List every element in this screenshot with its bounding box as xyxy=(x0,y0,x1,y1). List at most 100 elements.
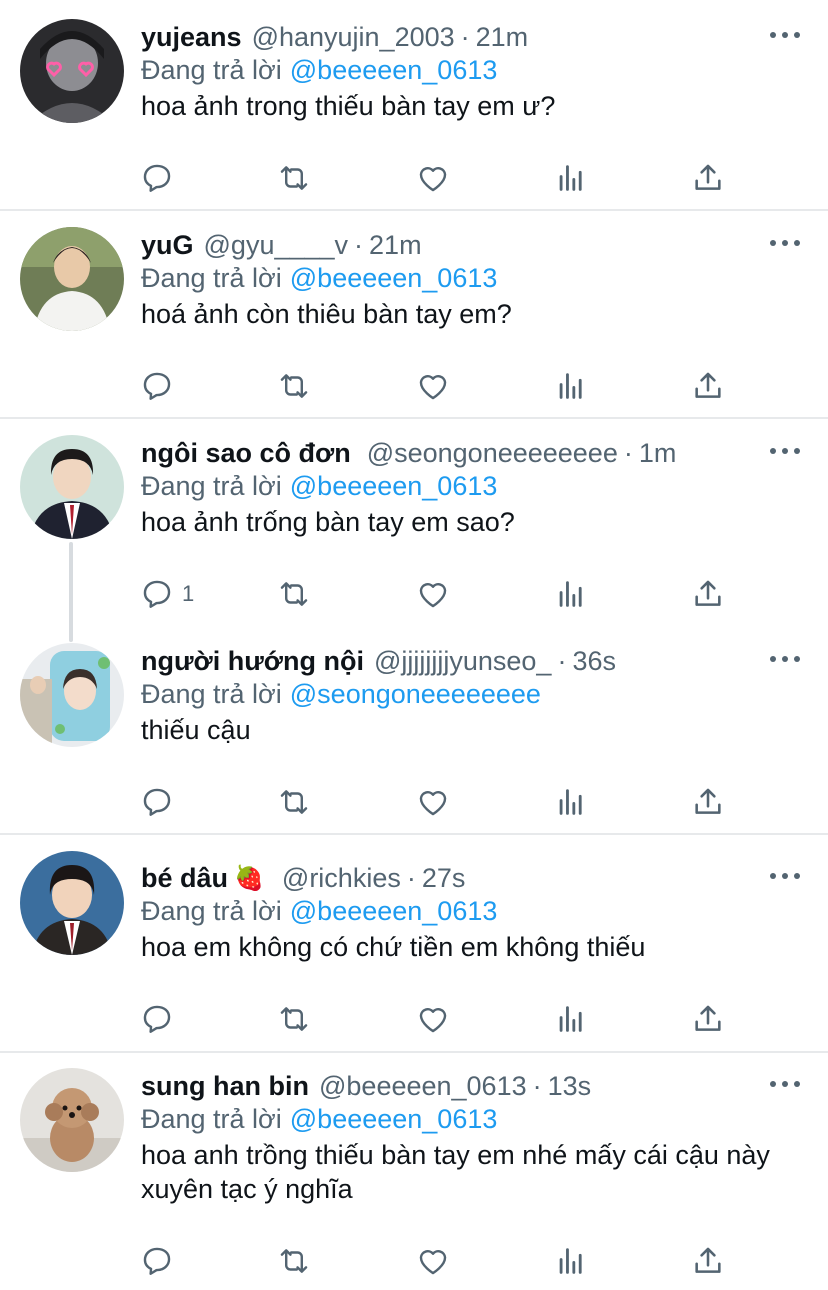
timestamp[interactable]: 27s xyxy=(422,863,466,894)
like-button[interactable] xyxy=(416,368,450,404)
like-button[interactable] xyxy=(416,160,450,196)
analytics-button[interactable] xyxy=(554,160,588,196)
replying-to: Đang trả lời @beeeeen_0613 xyxy=(141,55,497,86)
reply-to-mention[interactable]: @beeeeen_0613 xyxy=(290,1104,498,1134)
share-button[interactable] xyxy=(691,368,725,404)
retweet-button[interactable] xyxy=(277,784,311,820)
reply-button[interactable] xyxy=(140,784,182,820)
tweet[interactable]: ngôi sao cô đơn @seongoneeeeeeee · 1m Đa… xyxy=(0,435,828,625)
tweet-text: hoa ảnh trống bàn tay em sao? xyxy=(141,507,515,537)
retweet-icon xyxy=(280,374,308,398)
user-handle[interactable]: @seongoneeeeeeee xyxy=(367,438,618,469)
tweet[interactable]: bé dâu 🍓 @richkies · 27s Đang trả lời @be… xyxy=(0,851,828,1050)
reply-button[interactable] xyxy=(140,1001,182,1037)
share-button[interactable] xyxy=(691,784,725,820)
reply-button[interactable] xyxy=(140,368,182,404)
retweet-button[interactable] xyxy=(277,576,311,612)
tweet-header: người hướng nội @jjjjjjjjyunseo_ · 36s xyxy=(141,643,616,679)
reply-button[interactable] xyxy=(140,1243,182,1279)
user-handle[interactable]: @hanyujin_2003 xyxy=(252,22,455,53)
timestamp[interactable]: 21m xyxy=(369,230,422,261)
avatar[interactable] xyxy=(20,435,124,539)
avatar[interactable] xyxy=(20,851,124,955)
user-handle[interactable]: @gyu____v xyxy=(204,230,349,261)
retweet-button[interactable] xyxy=(277,1001,311,1037)
retweet-icon xyxy=(280,1007,308,1031)
replying-to: Đang trả lời @seongoneeeeeeee xyxy=(141,679,541,710)
avatar-image xyxy=(20,435,124,539)
like-button[interactable] xyxy=(416,784,450,820)
avatar-image xyxy=(20,851,124,955)
heart-icon xyxy=(419,583,447,608)
tweet-text: hoa ảnh trong thiếu bàn tay em ư? xyxy=(141,91,556,121)
heart-icon xyxy=(419,1008,447,1033)
more-options-icon[interactable] xyxy=(770,864,800,888)
display-name[interactable]: ngôi sao cô đơn xyxy=(141,438,351,469)
analytics-button[interactable] xyxy=(554,784,588,820)
reply-icon xyxy=(143,164,171,192)
share-button[interactable] xyxy=(691,160,725,196)
avatar[interactable] xyxy=(20,643,124,747)
like-button[interactable] xyxy=(416,1001,450,1037)
user-handle[interactable]: @jjjjjjjjyunseo_ xyxy=(374,646,551,677)
analytics-button[interactable] xyxy=(554,576,588,612)
tweet[interactable]: yujeans @hanyujin_2003 · 21m Đang trả lờ… xyxy=(0,19,828,209)
display-name[interactable]: bé dâu xyxy=(141,863,228,894)
tweet[interactable]: yuG @gyu____v · 21m Đang trả lời @beeeeen… xyxy=(0,227,828,417)
avatar[interactable] xyxy=(20,227,124,331)
heart-icon xyxy=(419,167,447,192)
display-name[interactable]: yuG xyxy=(141,230,194,261)
more-options-icon[interactable] xyxy=(770,647,800,671)
avatar[interactable] xyxy=(20,19,124,123)
more-options-icon[interactable] xyxy=(770,231,800,255)
user-handle[interactable]: @beeeeen_0613 xyxy=(319,1071,527,1102)
retweet-button[interactable] xyxy=(277,160,311,196)
reply-button[interactable]: 1 xyxy=(140,576,194,612)
analytics-icon xyxy=(559,373,582,399)
separator-dot: · xyxy=(354,229,364,260)
like-button[interactable] xyxy=(416,576,450,612)
reply-to-mention[interactable]: @beeeeen_0613 xyxy=(290,896,498,926)
share-button[interactable] xyxy=(691,576,725,612)
tweet-header: yujeans @hanyujin_2003 · 21m xyxy=(141,19,528,55)
more-options-icon[interactable] xyxy=(770,1072,800,1096)
retweet-button[interactable] xyxy=(277,368,311,404)
reply-button[interactable] xyxy=(140,160,182,196)
timestamp[interactable]: 1m xyxy=(639,438,677,469)
analytics-button[interactable] xyxy=(554,1001,588,1037)
share-icon xyxy=(695,1005,721,1031)
timestamp[interactable]: 21m xyxy=(476,22,529,53)
replying-to: Đang trả lời @beeeeen_0613 xyxy=(141,263,497,294)
display-name[interactable]: sung han bin xyxy=(141,1071,309,1102)
analytics-button[interactable] xyxy=(554,1243,588,1279)
analytics-button[interactable] xyxy=(554,368,588,404)
tweet-text: hoá ảnh còn thiêu bàn tay em? xyxy=(141,299,512,329)
strawberry-icon: 🍓 xyxy=(234,864,264,892)
display-name[interactable]: người hướng nội xyxy=(141,646,364,677)
timestamp[interactable]: 36s xyxy=(572,646,616,677)
timestamp[interactable]: 13s xyxy=(548,1071,592,1102)
share-button[interactable] xyxy=(691,1001,725,1037)
tweet[interactable]: sung han bin @beeeeen_0613 · 13s Đang tr… xyxy=(0,1068,828,1290)
share-button[interactable] xyxy=(691,1243,725,1279)
reply-to-mention[interactable]: @beeeeen_0613 xyxy=(290,263,498,293)
analytics-icon xyxy=(559,165,582,191)
share-icon xyxy=(695,164,721,190)
replying-label: Đang trả lời xyxy=(141,263,282,293)
like-button[interactable] xyxy=(416,1243,450,1279)
retweet-button[interactable] xyxy=(277,1243,311,1279)
reply-to-mention[interactable]: @beeeeen_0613 xyxy=(290,471,498,501)
retweet-icon xyxy=(280,582,308,606)
more-options-icon[interactable] xyxy=(770,439,800,463)
tweet[interactable]: người hướng nội @jjjjjjjjyunseo_ · 36s Đ… xyxy=(0,643,828,833)
share-icon xyxy=(695,580,721,606)
avatar-image xyxy=(20,643,124,747)
avatar[interactable] xyxy=(20,1068,124,1172)
reply-to-mention[interactable]: @beeeeen_0613 xyxy=(290,55,498,85)
reply-to-mention[interactable]: @seongoneeeeeeee xyxy=(290,679,541,709)
user-handle[interactable]: @richkies xyxy=(282,863,401,894)
retweet-icon xyxy=(280,166,308,190)
tweet-divider xyxy=(0,1051,828,1053)
more-options-icon[interactable] xyxy=(770,23,800,47)
display-name[interactable]: yujeans xyxy=(141,22,242,53)
